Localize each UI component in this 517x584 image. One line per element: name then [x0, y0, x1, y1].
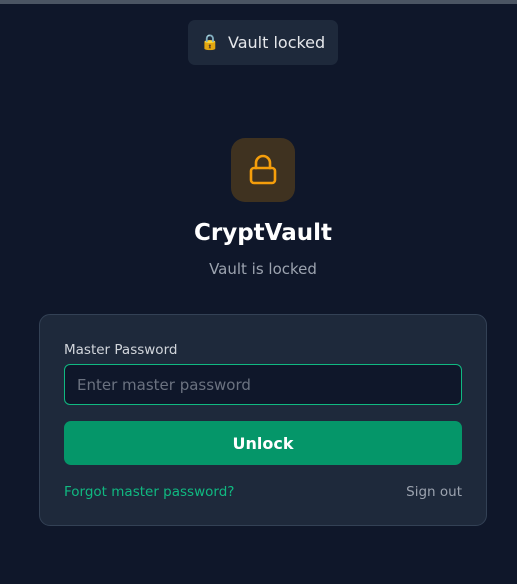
toast-text: Vault locked [228, 33, 326, 52]
forgot-password-link[interactable]: Forgot master password? [64, 484, 234, 500]
master-password-label: Master Password [64, 342, 178, 358]
vault-locked-toast: 🔒 Vault locked [188, 20, 338, 65]
sign-out-link[interactable]: Sign out [406, 484, 462, 500]
unlock-card: Master Password Unlock Forgot master pas… [39, 314, 487, 526]
unlock-button[interactable]: Unlock [64, 421, 462, 465]
window-top-strip [0, 0, 517, 4]
app-title: CryptVault [194, 220, 332, 246]
master-password-input[interactable] [64, 364, 462, 405]
padlock-icon [231, 138, 295, 202]
padlock-glyph [249, 154, 277, 185]
vault-status-subtitle: Vault is locked [209, 260, 317, 278]
lock-emoji-icon: 🔒 [200, 33, 220, 51]
